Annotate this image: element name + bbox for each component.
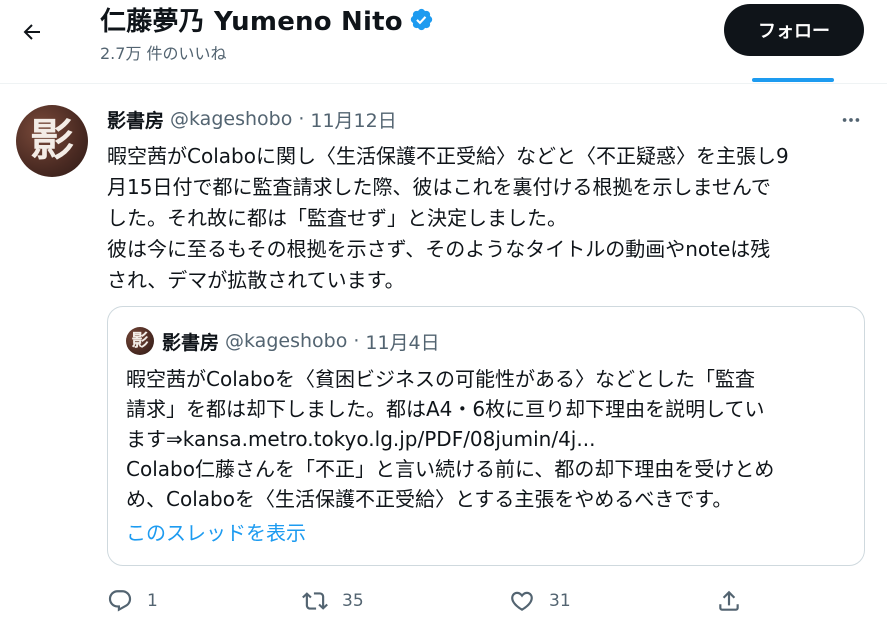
more-options-button[interactable] (836, 105, 866, 135)
show-thread-link[interactable]: このスレッドを表示 (126, 517, 306, 546)
active-tab-indicator (752, 78, 834, 82)
tweet-date[interactable]: 11月12日 (310, 106, 396, 133)
quoted-tweet[interactable]: 影 影書房 @kageshobo · 11月4日 暇空茜がColaboを〈貧困ビ… (107, 306, 865, 566)
tweet-text-line: され、デマが拡散されています。 (107, 268, 405, 292)
profile-name: 仁藤夢乃 Yumeno Nito (100, 6, 403, 37)
tweet-text: 暇空茜がColaboに関し〈生活保護不正受給〉などと〈不正疑惑〉を主張し9 月1… (107, 141, 867, 296)
tweet-text-line: 彼は今に至るもその根拠を示さず、そのようなタイトルの動画やnoteは残 (107, 237, 771, 261)
retweet-count: 35 (342, 591, 364, 611)
quoted-tweet-meta: 影 影書房 @kageshobo · 11月4日 (126, 327, 440, 355)
quoted-text-line: ます⇒kansa.metro.tokyo.lg.jp/PDF/08jumin/4… (126, 427, 596, 451)
reply-icon (108, 590, 132, 612)
quoted-author-name: 影書房 (162, 331, 220, 354)
tweet-text-line: 暇空茜がColaboに関し〈生活保護不正受給〉などと〈不正疑惑〉を主張し9 (107, 144, 789, 168)
reply-count: 1 (147, 591, 158, 611)
retweet-icon (302, 592, 328, 610)
likes-count: 2.7万 件のいいね (100, 44, 227, 63)
quoted-text-line: Colabo仁藤さんを「不正」と言い続ける前に、都の却下理由を受けとめ (126, 457, 775, 481)
avatar-logo: 影 (30, 115, 74, 166)
arrow-left-icon (23, 24, 40, 40)
quoted-avatar-logo: 影 (131, 330, 149, 351)
separator-dot: · (353, 330, 360, 352)
tweet[interactable]: 影 影書房 @kageshobo · 11月12日 暇空茜がColaboに関し〈… (0, 84, 887, 633)
back-button[interactable] (14, 14, 50, 50)
quoted-avatar: 影 (126, 327, 154, 355)
quoted-author-handle: @kageshobo (225, 330, 348, 352)
share-button[interactable] (716, 584, 742, 618)
quoted-text-line: め、Colaboを〈生活保護不正受給〉とする主張をやめるべきです。 (126, 487, 733, 511)
separator-dot: · (298, 108, 305, 130)
quoted-tweet-date: 11月4日 (365, 331, 440, 354)
like-icon (511, 591, 533, 611)
tweet-text-line: した。それ故に都は「監査せず」と決定しました。 (107, 206, 567, 230)
reply-button[interactable]: 1 (107, 584, 158, 618)
tweet-text-line: 月15日付で都に監査請求した際、彼はこれを裏付ける根拠を示しませんで (107, 175, 771, 199)
tweet-meta: 影書房 @kageshobo · 11月12日 (107, 106, 397, 133)
share-icon (719, 590, 739, 611)
retweet-button[interactable]: 35 (302, 584, 364, 618)
follow-button[interactable]: フォロー (724, 4, 864, 56)
quoted-tweet-text: 暇空茜がColaboを〈貧困ビジネスの可能性がある〉などとした「監査 請求」を都… (126, 364, 856, 514)
profile-header: 仁藤夢乃 Yumeno Nito 2.7万 件のいいね フォロー (0, 0, 887, 84)
profile-name-row: 仁藤夢乃 Yumeno Nito (100, 3, 434, 37)
quoted-text-line: 請求」を都は却下しました。都はA4・6枚に亘り却下理由を説明してい (126, 397, 765, 421)
tweet-actions: 1 35 31 (0, 584, 887, 618)
author-name[interactable]: 影書房 (107, 106, 164, 133)
more-icon (842, 118, 860, 122)
quoted-text-line: 暇空茜がColaboを〈貧困ビジネスの可能性がある〉などとした「監査 (126, 367, 755, 391)
author-handle[interactable]: @kageshobo (170, 108, 292, 130)
like-button[interactable]: 31 (509, 584, 571, 618)
verified-badge-icon (409, 7, 434, 32)
avatar[interactable]: 影 (16, 105, 88, 177)
like-count: 31 (549, 591, 571, 611)
